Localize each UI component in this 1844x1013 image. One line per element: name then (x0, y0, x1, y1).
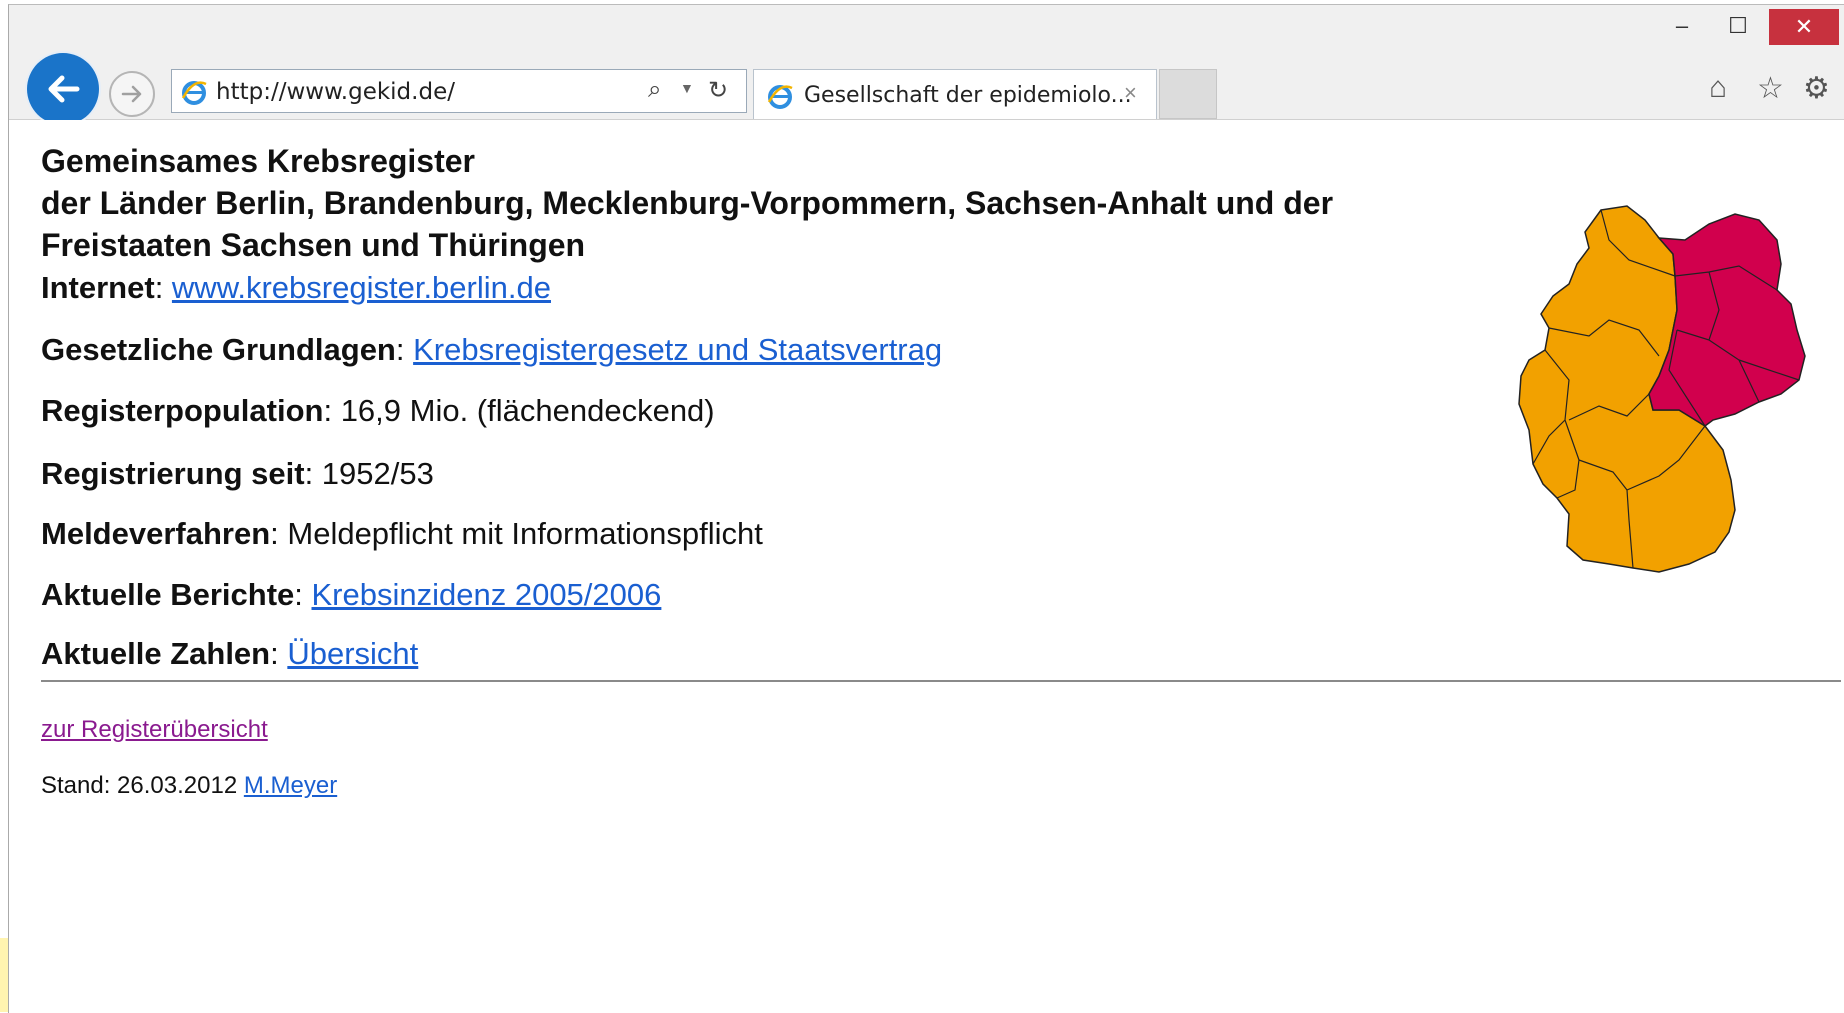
back-button[interactable] (27, 53, 99, 125)
zahlen-link[interactable]: Übersicht (287, 636, 418, 671)
stand-line: Stand: 26.03.2012 M.Meyer (41, 772, 337, 800)
browser-window: – ☐ ✕ http://www.gekid.de/ ⌕ ▼ ↻ Gesells… (8, 4, 1844, 1013)
row-label: Gesetzliche Grundlagen (41, 332, 396, 367)
author-link[interactable]: M.Meyer (244, 772, 337, 799)
chevron-down-icon[interactable]: ▼ (680, 80, 694, 96)
address-bar[interactable]: http://www.gekid.de/ ⌕ ▼ ↻ (171, 69, 747, 113)
ie-logo-icon (181, 81, 207, 105)
home-icon[interactable]: ⌂ (1709, 71, 1727, 105)
info-row-berichte: Aktuelle Berichte: Krebsinzidenz 2005/20… (41, 577, 661, 613)
new-tab-button[interactable] (1159, 69, 1217, 119)
info-row-zahlen: Aktuelle Zahlen: Übersicht (41, 636, 418, 672)
maximize-button[interactable]: ☐ (1717, 11, 1759, 41)
row-label: Registerpopulation (41, 393, 324, 428)
back-to-overview: zur Registerübersicht (41, 716, 268, 744)
refresh-icon[interactable]: ↻ (708, 76, 728, 105)
register-overview-link[interactable]: zur Registerübersicht (41, 716, 268, 743)
tab-title: Gesellschaft der epidemiolo... (804, 83, 1132, 108)
forward-button[interactable] (109, 71, 155, 117)
grundlagen-link[interactable]: Krebsregistergesetz und Staatsvertrag (413, 332, 942, 367)
row-label: Registrierung seit (41, 456, 305, 491)
address-url[interactable]: http://www.gekid.de/ (216, 79, 455, 105)
row-label: Aktuelle Zahlen (41, 636, 271, 671)
star-icon[interactable]: ☆ (1757, 71, 1784, 106)
berichte-link[interactable]: Krebsinzidenz 2005/2006 (312, 577, 662, 612)
browser-chrome: – ☐ ✕ http://www.gekid.de/ ⌕ ▼ ↻ Gesells… (9, 5, 1844, 125)
row-separator: : (270, 636, 288, 671)
back-arrow-icon (48, 75, 80, 103)
row-separator: : (304, 456, 322, 491)
info-row-internet: Internet: www.krebsregister.berlin.de (41, 270, 551, 306)
row-separator: : (154, 270, 172, 305)
forward-arrow-icon (121, 85, 142, 103)
row-label: Internet (41, 270, 155, 305)
row-separator: : (294, 577, 312, 612)
heading-line: der Länder Berlin, Brandenburg, Mecklenb… (41, 185, 1334, 221)
row-label: Aktuelle Berichte (41, 577, 295, 612)
row-value: 16,9 Mio. (flächendeckend) (340, 393, 715, 428)
page-content: Gemeinsames Krebsregister der Länder Ber… (9, 120, 1844, 1013)
row-separator: : (395, 332, 414, 367)
info-row-registrierung: Registrierung seit: 1952/53 (41, 456, 434, 492)
close-icon[interactable]: × (1124, 80, 1137, 106)
row-value: 1952/53 (321, 456, 434, 491)
info-row-grundlagen: Gesetzliche Grundlagen: Krebsregisterges… (41, 332, 942, 368)
tab-active[interactable]: Gesellschaft der epidemiolo... × (753, 69, 1157, 119)
stand-text: Stand: 26.03.2012 (41, 772, 244, 799)
row-separator: : (270, 516, 288, 551)
gear-icon[interactable]: ⚙ (1803, 71, 1830, 106)
row-label: Meldeverfahren (41, 516, 271, 551)
minimize-button[interactable]: – (1661, 11, 1703, 41)
search-icon[interactable]: ⌕ (648, 76, 661, 104)
info-row-population: Registerpopulation: 16,9 Mio. (flächende… (41, 393, 715, 429)
germany-map (1518, 205, 1806, 573)
internet-link[interactable]: www.krebsregister.berlin.de (172, 270, 551, 305)
heading-line: Gemeinsames Krebsregister (41, 143, 475, 179)
divider (41, 680, 1841, 682)
heading-line: Freistaaten Sachsen und Thüringen (41, 227, 586, 263)
ie-logo-icon (767, 85, 793, 109)
row-value: Meldepflicht mit Informationspflicht (287, 516, 763, 551)
info-row-meldeverfahren: Meldeverfahren: Meldepflicht mit Informa… (41, 516, 763, 552)
page-heading: Gemeinsames Krebsregister der Länder Ber… (41, 140, 1541, 266)
close-window-button[interactable]: ✕ (1769, 9, 1839, 45)
row-separator: : (323, 393, 341, 428)
